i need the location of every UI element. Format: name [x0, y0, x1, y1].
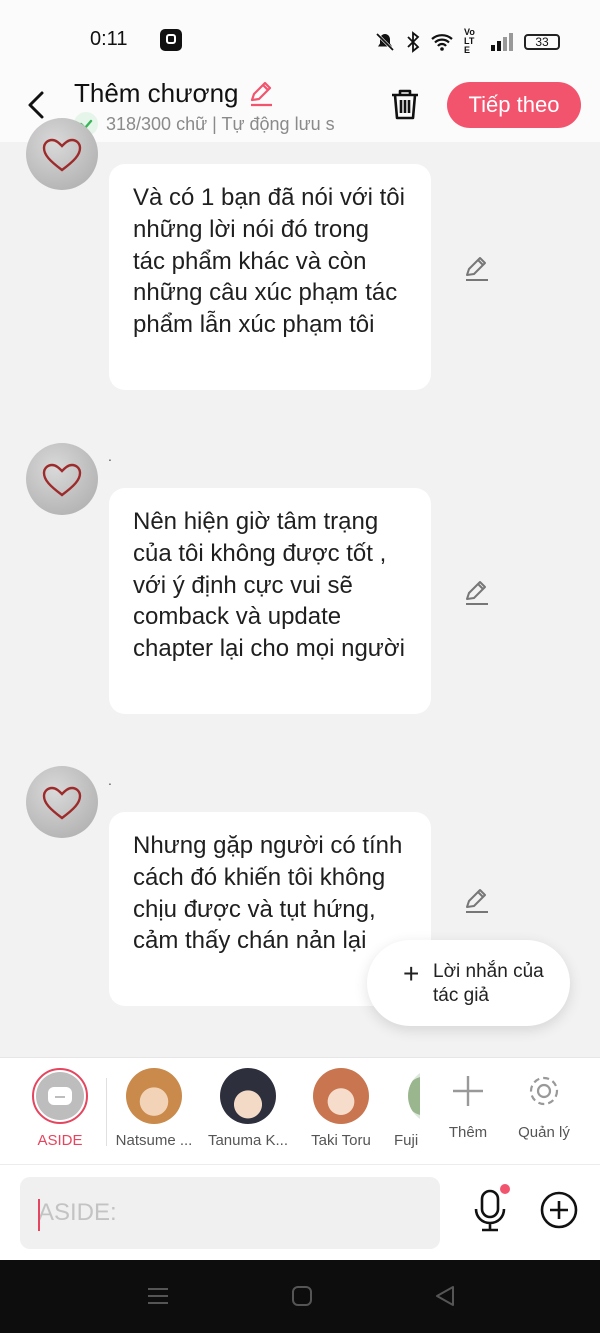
character-natsume[interactable]: Natsume ... [110, 1068, 198, 1149]
character-avatar [313, 1068, 369, 1124]
system-nav-bar [0, 1260, 600, 1333]
volte-label: VoLTE [464, 27, 475, 55]
next-button[interactable]: Tiếp theo [447, 82, 581, 128]
menu-icon[interactable] [146, 1284, 170, 1308]
manage-label: Quản lý [518, 1124, 570, 1141]
status-bar: 0:11 VoLTE 33 [0, 0, 600, 78]
character-label: Natsume ... [115, 1132, 193, 1149]
wifi-icon [431, 33, 453, 51]
text-caret [38, 1199, 40, 1231]
character-avatar [126, 1068, 182, 1124]
gear-icon [529, 1076, 559, 1106]
edit-message-icon[interactable] [462, 578, 490, 606]
character-name: . [108, 772, 112, 788]
message-bubble[interactable]: Và có 1 bạn đã nói với tôi những lời nói… [109, 164, 431, 390]
aside-avatar [32, 1068, 88, 1124]
status-icons: VoLTE 33 [374, 28, 560, 55]
character-aside[interactable]: ASIDE [16, 1068, 104, 1149]
character-label: Fuji [394, 1132, 419, 1149]
character-label: Taki Toru [311, 1132, 371, 1149]
bluetooth-icon [407, 30, 420, 53]
notification-dot [500, 1184, 510, 1194]
character-avatar [408, 1068, 420, 1124]
character-avatar [220, 1068, 276, 1124]
author-note-button[interactable]: + Lời nhắn của tác giả [367, 940, 570, 1026]
character-name: . [108, 448, 112, 464]
app-notification-icon [160, 29, 182, 51]
avatar[interactable] [26, 118, 98, 190]
word-count-autosave-status: 318/300 chữ | Tự động lưu s [106, 114, 335, 134]
character-label: Tanuma K... [207, 1132, 289, 1149]
avatar[interactable] [26, 766, 98, 838]
avatar[interactable] [26, 443, 98, 515]
edit-title-icon[interactable] [246, 79, 274, 107]
back-nav-icon[interactable] [433, 1284, 457, 1308]
trash-icon[interactable] [388, 86, 422, 122]
add-circle-icon[interactable] [538, 1189, 580, 1231]
signal-icon [491, 32, 513, 51]
add-character-button[interactable]: Thêm [424, 1068, 512, 1141]
divider [106, 1078, 107, 1146]
add-label: Thêm [448, 1124, 488, 1141]
edit-message-icon[interactable] [462, 886, 490, 914]
plus-icon [453, 1076, 483, 1106]
message-bubble[interactable]: Nên hiện giờ tâm trạng của tôi không đượ… [109, 488, 431, 714]
mute-icon [375, 32, 395, 51]
author-note-label: Lời nhắn của tác giả [433, 961, 544, 1006]
battery-icon: 33 [524, 33, 560, 50]
manage-characters-button[interactable]: Quản lý [500, 1068, 588, 1141]
character-label: ASIDE [37, 1132, 83, 1149]
aside-icon [48, 1087, 72, 1105]
back-icon[interactable] [22, 88, 52, 122]
character-tanuma[interactable]: Tanuma K... [204, 1068, 292, 1149]
plus-icon: + [403, 958, 420, 989]
character-taki[interactable]: Taki Toru [297, 1068, 385, 1149]
home-icon[interactable] [290, 1284, 314, 1308]
input-bar [0, 1164, 600, 1261]
character-bar: ASIDE Natsume ... Tanuma K... Taki Toru … [0, 1057, 600, 1164]
page-title[interactable]: Thêm chương [74, 78, 239, 109]
edit-message-icon[interactable] [462, 254, 490, 282]
status-time: 0:11 [90, 28, 128, 50]
message-input[interactable] [20, 1177, 440, 1249]
character-fuji[interactable]: Fuji [380, 1068, 420, 1149]
